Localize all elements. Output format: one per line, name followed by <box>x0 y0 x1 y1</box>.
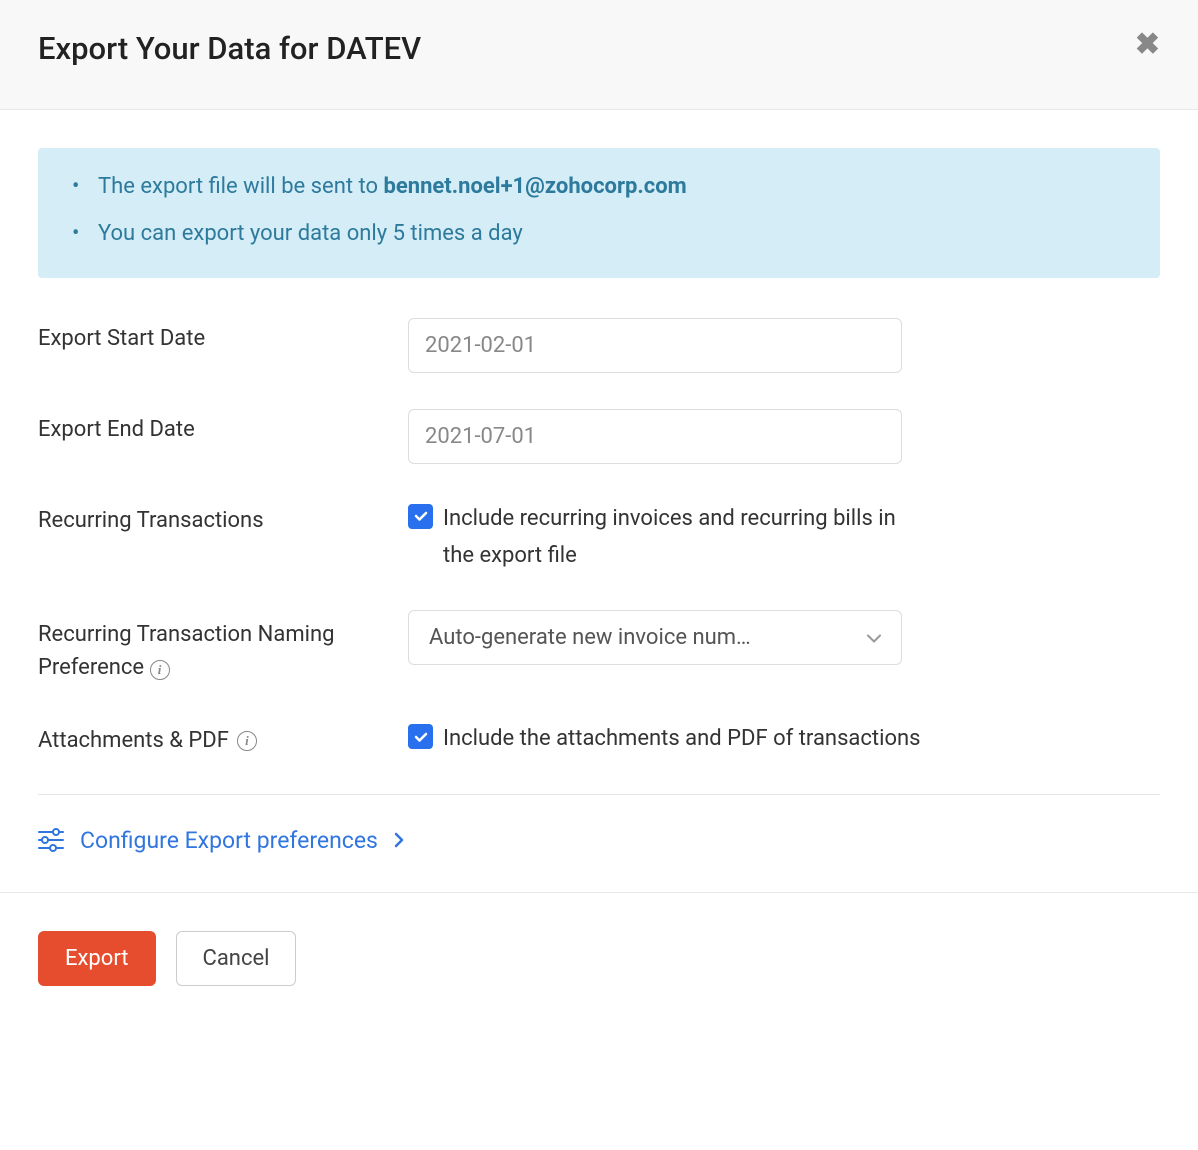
row-end-date: Export End Date 2021-07-01 <box>38 409 1160 464</box>
sliders-icon <box>38 828 64 852</box>
attachments-label-text: Attachments & PDF <box>38 728 229 753</box>
row-naming-preference: Recurring Transaction Naming Preference … <box>38 610 1160 684</box>
info-line1-email: bennet.noel+1@zohocorp.com <box>383 174 686 199</box>
info-line-email: The export file will be sent to bennet.n… <box>68 172 1130 203</box>
close-icon[interactable]: ✖ <box>1135 30 1160 60</box>
info-icon[interactable]: i <box>237 731 257 751</box>
attachments-checkbox-label: Include the attachments and PDF of trans… <box>443 720 921 757</box>
check-icon <box>413 508 429 524</box>
start-date-input[interactable]: 2021-02-01 <box>408 318 902 373</box>
end-date-input[interactable]: 2021-07-01 <box>408 409 902 464</box>
attachments-checkbox[interactable] <box>408 724 433 749</box>
export-button[interactable]: Export <box>38 931 156 986</box>
naming-preference-label-text: Recurring Transaction Naming Preference <box>38 622 334 680</box>
modal-header: Export Your Data for DATEV ✖ <box>0 0 1198 110</box>
row-start-date: Export Start Date 2021-02-01 <box>38 318 1160 373</box>
modal-title: Export Your Data for DATEV <box>38 30 421 67</box>
row-attachments: Attachments & PDF i Include the attachme… <box>38 720 1160 757</box>
start-date-label: Export Start Date <box>38 318 408 351</box>
attachments-label: Attachments & PDF i <box>38 720 408 753</box>
naming-preference-select[interactable]: Auto-generate new invoice num… <box>408 610 902 665</box>
modal-footer: Export Cancel <box>0 892 1198 1024</box>
chevron-right-icon <box>394 832 404 848</box>
info-line-limit: You can export your data only 5 times a … <box>68 219 1130 250</box>
recurring-transactions-checkbox[interactable] <box>408 504 433 529</box>
cancel-button[interactable]: Cancel <box>176 931 297 986</box>
naming-preference-selected: Auto-generate new invoice num… <box>408 610 902 665</box>
info-icon[interactable]: i <box>150 660 170 680</box>
check-icon <box>413 729 429 745</box>
configure-preferences-link[interactable]: Configure Export preferences <box>38 827 1160 892</box>
info-banner: The export file will be sent to bennet.n… <box>38 148 1160 278</box>
divider <box>38 794 1160 795</box>
export-modal: Export Your Data for DATEV ✖ The export … <box>0 0 1198 1024</box>
configure-preferences-label: Configure Export preferences <box>80 827 378 854</box>
end-date-label: Export End Date <box>38 409 408 442</box>
recurring-transactions-checkbox-label: Include recurring invoices and recurring… <box>443 500 923 575</box>
recurring-transactions-label: Recurring Transactions <box>38 500 408 533</box>
modal-body: The export file will be sent to bennet.n… <box>0 110 1198 892</box>
info-line1-prefix: The export file will be sent to <box>98 174 383 199</box>
row-recurring-transactions: Recurring Transactions Include recurring… <box>38 500 1160 575</box>
naming-preference-label: Recurring Transaction Naming Preference … <box>38 610 408 684</box>
